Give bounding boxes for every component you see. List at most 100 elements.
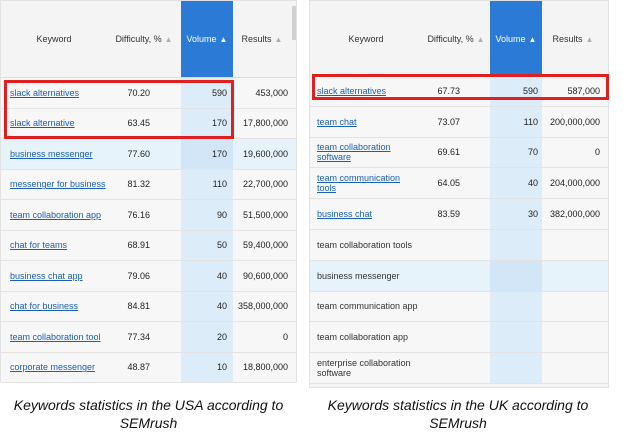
keyword-label: team collaboration tools — [317, 239, 413, 250]
keyword-link[interactable]: team communication tools — [317, 173, 421, 193]
keyword-link[interactable]: team collaboration app — [10, 210, 101, 220]
keyword-link[interactable]: chat for teams — [10, 240, 67, 250]
results-cell: 453,000 — [255, 87, 288, 98]
results-cell: 382,000,000 — [549, 209, 600, 220]
keyword-cell: business messenger — [317, 261, 421, 291]
sort-icon: ▲ — [476, 34, 485, 44]
results-cell: 59,400,000 — [242, 240, 288, 251]
sort-icon: ▲ — [585, 34, 594, 44]
keyword-label: team communication app — [317, 301, 418, 312]
volume-column-bg — [490, 353, 542, 383]
table-row: team collaboration app 76.16 90 51,500,000 — [1, 200, 296, 231]
keyword-cell: enterprise collaboration software — [317, 353, 421, 383]
table-row: business messenger — [310, 260, 608, 292]
difficulty-cell: 64.05 — [437, 178, 460, 189]
volume-cell: 90 — [216, 209, 227, 220]
keyword-label: enterprise collaboration software — [317, 358, 411, 379]
keyword-cell: team communication app — [317, 292, 421, 322]
table-row: business chat app 79.06 40 90,600,000 — [1, 261, 296, 292]
difficulty-cell: 81.32 — [127, 179, 150, 190]
volume-cell: 30 — [527, 209, 538, 220]
keyword-link[interactable]: business chat — [317, 209, 372, 219]
table-row: chat for business 84.81 40 358,000,000 — [1, 291, 296, 322]
uk-caption: Keywords statistics in the UK according … — [327, 397, 589, 431]
results-column-header[interactable]: Results ▲ — [233, 1, 291, 77]
difficulty-cell: 48.87 — [127, 362, 150, 373]
keyword-cell: business chat app — [10, 261, 110, 291]
difficulty-cell: 76.16 — [127, 209, 150, 220]
volume-column-bg — [490, 230, 542, 260]
results-cell: 358,000,000 — [237, 301, 288, 312]
table-row: team communication app — [310, 291, 608, 323]
keyword-column-header[interactable]: Keyword — [310, 1, 422, 77]
keyword-cell: corporate messenger — [10, 353, 110, 383]
results-column-header[interactable]: Results ▲ — [542, 1, 604, 77]
table-header: Keyword Difficulty, % ▲ Volume ▲ Results ▲ — [310, 1, 608, 78]
keyword-cell: business messenger — [10, 139, 110, 169]
keyword-cell: team collaboration app — [317, 322, 421, 352]
table-row: messenger for business 81.32 110 22,700,000 — [1, 169, 296, 200]
table-row: business messenger 77.60 170 19,600,000 — [1, 139, 296, 170]
volume-cell: 70 — [527, 147, 538, 158]
difficulty-column-header[interactable]: Difficulty, % ▲︎ — [107, 1, 181, 77]
table-row: team communication tools 64.05 40 204,000,0… — [310, 168, 608, 200]
table-row: enterprise collaboration software — [310, 353, 608, 384]
scrollbar[interactable] — [292, 6, 296, 40]
sort-active-icon: ▲ — [219, 34, 228, 44]
volume-cell: 110 — [523, 116, 538, 127]
keyword-link[interactable]: team chat — [317, 117, 357, 127]
volume-cell: 170 — [211, 148, 227, 159]
volume-cell: 110 — [212, 179, 227, 190]
difficulty-cell: 77.34 — [127, 331, 150, 342]
difficulty-cell: 79.06 — [127, 270, 150, 281]
uk-keyword-table: Keyword Difficulty, % ▲ Volume ▲ Results ▲ … — [309, 0, 609, 388]
usa-keyword-table: Keyword Difficulty, % ▲︎ Volume ▲ Results ▲… — [0, 0, 297, 383]
table-row: team collaboration tools — [310, 230, 608, 261]
keyword-label: business messenger — [317, 270, 400, 281]
results-cell: 0 — [594, 147, 600, 158]
results-cell: 0 — [282, 331, 288, 342]
results-cell: 19,600,000 — [242, 148, 288, 159]
volume-column-bg — [490, 291, 542, 322]
table-row: team collaboration tool 77.34 20 0 — [1, 322, 296, 353]
table-row: chat for teams 68.91 50 59,400,000 — [1, 230, 296, 261]
keyword-link[interactable]: business chat app — [10, 271, 83, 281]
volume-column-header[interactable]: Volume ▲ — [181, 1, 233, 77]
keyword-link[interactable]: chat for business — [10, 301, 78, 311]
keyword-cell: team collaboration tool — [10, 322, 110, 352]
table-row: business chat 83.59 30 382,000,000 — [310, 199, 608, 230]
keyword-link[interactable]: business messenger — [10, 149, 93, 159]
keyword-cell: team communication tools — [317, 168, 421, 198]
difficulty-cell: 68.91 — [127, 240, 150, 251]
sort-active-icon: ▲ — [528, 34, 537, 44]
results-cell: 204,000,000 — [549, 178, 600, 189]
volume-cell: 10 — [216, 362, 227, 373]
keyword-link[interactable]: messenger for business — [10, 179, 106, 189]
keyword-column-header[interactable]: Keyword — [1, 1, 107, 77]
usa-caption: Keywords statistics in the USA according… — [13, 397, 284, 431]
keyword-cell: chat for business — [10, 292, 110, 322]
results-cell: 51,500,000 — [242, 209, 288, 220]
results-cell: 22,700,000 — [242, 179, 288, 190]
keyword-cell: team collaboration app — [10, 200, 110, 230]
difficulty-cell: 69.61 — [437, 147, 460, 158]
keyword-link[interactable]: team collaboration tool — [10, 332, 101, 342]
keyword-label: team collaboration app — [317, 332, 409, 343]
keyword-cell: business chat — [317, 199, 421, 229]
difficulty-column-header[interactable]: Difficulty, % ▲ — [422, 1, 490, 77]
keyword-link[interactable]: team collaboration software — [317, 142, 421, 162]
results-cell: 17,800,000 — [242, 118, 288, 129]
highlight-box — [4, 80, 234, 139]
volume-column-bg — [490, 260, 542, 291]
keyword-cell: team chat — [317, 107, 421, 137]
keyword-cell: messenger for business — [10, 170, 110, 200]
results-cell: 18,800,000 — [242, 362, 288, 373]
volume-column-header[interactable]: Volume ▲ — [490, 1, 542, 77]
volume-cell: 20 — [216, 331, 227, 342]
results-cell: 90,600,000 — [242, 270, 288, 281]
sort-icon: ▲ — [274, 34, 283, 44]
keyword-cell: team collaboration tools — [317, 230, 421, 260]
results-cell: 200,000,000 — [549, 116, 600, 127]
table-row: corporate messenger 48.87 10 18,800,000 — [1, 352, 296, 383]
keyword-link[interactable]: corporate messenger — [10, 362, 95, 372]
